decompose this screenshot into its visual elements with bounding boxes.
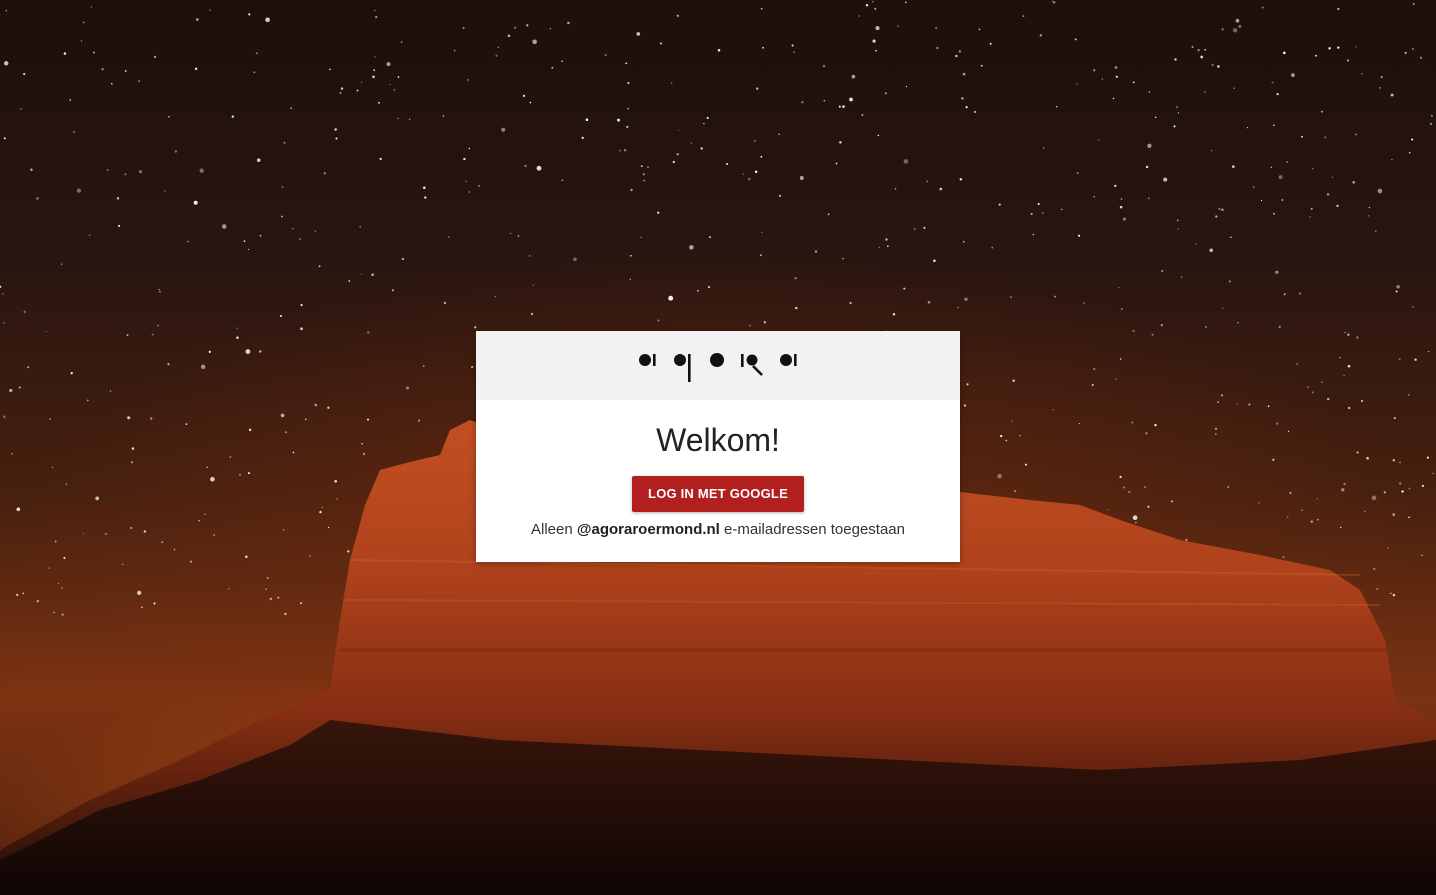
note-prefix: Alleen: [531, 521, 573, 538]
agora-logo-mark: [639, 352, 797, 382]
note-suffix: e-mailadressen toegestaan: [724, 521, 905, 538]
card-body: Welkom! LOG IN MET GOOGLE Alleen @agorar…: [476, 400, 960, 538]
note-domain: @agoraroermond.nl: [576, 521, 720, 538]
card-header: [476, 331, 960, 400]
welcome-title: Welkom!: [656, 422, 780, 458]
login-card: Welkom! LOG IN MET GOOGLE Alleen @agorar…: [476, 331, 960, 562]
agora-logo: [638, 344, 798, 388]
google-login-button[interactable]: LOG IN MET GOOGLE: [632, 476, 804, 512]
allowed-domain-note: Alleen @agoraroermond.nl e-mailadressen …: [476, 521, 960, 538]
